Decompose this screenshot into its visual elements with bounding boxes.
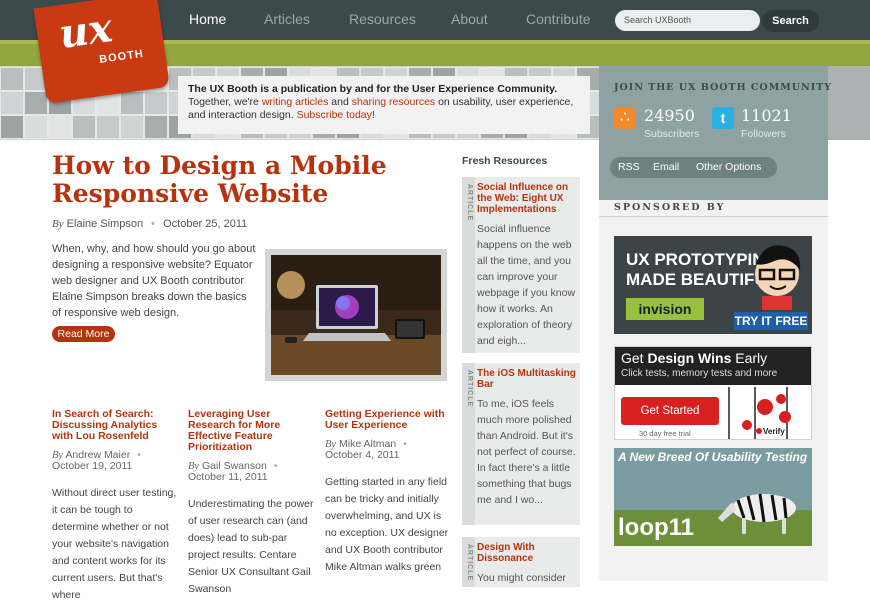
- article-card: Leveraging User Research for More Effect…: [188, 409, 316, 598]
- loop11-ad[interactable]: A New Breed Of Usability Testing loop11: [614, 448, 812, 546]
- subscribers-label: Subscribers: [644, 128, 700, 140]
- article-tag: ARTICLE: [462, 177, 475, 353]
- writing-articles-link[interactable]: writing articles: [262, 96, 329, 108]
- featured-author[interactable]: Elaine Simpson: [67, 218, 143, 230]
- ux-booth-logo[interactable]: ux BOOTH: [33, 0, 170, 104]
- subscribers-count: 24950: [644, 106, 695, 125]
- nav-item-about[interactable]: About: [451, 11, 488, 27]
- ad-headline: A New Breed Of Usability Testing: [618, 450, 808, 464]
- avatar-tile: [0, 67, 24, 91]
- article-tag: ARTICLE: [462, 537, 475, 587]
- nav-item-articles[interactable]: Articles: [264, 11, 310, 27]
- article-card: Getting Experience with User Experience …: [325, 409, 453, 576]
- nav-item-home[interactable]: Home: [189, 11, 226, 27]
- avatar-tile: [0, 91, 24, 115]
- read-more-button[interactable]: Read More: [52, 326, 115, 342]
- featured-date: October 25, 2011: [163, 218, 248, 230]
- nav-item-contribute[interactable]: Contribute: [526, 11, 591, 27]
- invision-ad[interactable]: UX PROTOTYPING MADE BEAUTIFUL invision TR…: [614, 236, 812, 334]
- join-community-heading: JOIN THE UX BOOTH COMMUNITY: [614, 82, 833, 93]
- intro-text: Together, we're: [188, 96, 262, 108]
- resource-card[interactable]: ARTICLE The iOS Multitasking Bar To me, …: [462, 363, 580, 525]
- intro-bold: The UX Booth is a publication by and for…: [188, 83, 558, 95]
- article-date: October 4, 2011: [325, 449, 400, 461]
- sharing-resources-link[interactable]: sharing resources: [352, 96, 435, 108]
- avatar-tile: [24, 115, 48, 139]
- article-title[interactable]: Getting Experience with User Experience: [325, 409, 453, 431]
- article-byline: By Mike Altman • October 4, 2011: [325, 439, 453, 461]
- article-card: In Search of Search: Discussing Analytic…: [52, 409, 180, 604]
- avatar-tile: [120, 91, 144, 115]
- subscribe-link[interactable]: Subscribe today: [297, 109, 372, 121]
- article-excerpt: Without direct user testing, it can be t…: [52, 487, 177, 601]
- mascot-illustration: [755, 245, 801, 310]
- featured-laptop-image[interactable]: [265, 249, 447, 381]
- other-options-link[interactable]: Other Options: [696, 161, 761, 173]
- search-input[interactable]: Search UXBooth: [615, 10, 760, 31]
- avatar-tile: [144, 91, 168, 115]
- byline-separator: •: [151, 218, 156, 230]
- featured-byline: By Elaine Simpson • October 25, 2011: [52, 218, 247, 230]
- article-tag: ARTICLE: [462, 363, 475, 525]
- verify-logo: Verify: [763, 427, 785, 436]
- resource-title[interactable]: Social Influence on the Web: Eight UX Im…: [477, 182, 580, 215]
- twitter-icon[interactable]: t: [712, 107, 734, 129]
- divider: [599, 216, 828, 217]
- avatar-tile: [144, 115, 168, 139]
- resource-excerpt: You might consider: [477, 572, 566, 584]
- byline-separator: •: [137, 449, 141, 461]
- nav-item-resources[interactable]: Resources: [349, 11, 416, 27]
- avatar-tile: [24, 91, 48, 115]
- article-title[interactable]: In Search of Search: Discussing Analytic…: [52, 409, 180, 442]
- site-intro: The UX Booth is a publication by and for…: [178, 76, 590, 134]
- article-excerpt: Underestimating the power of user resear…: [188, 498, 314, 595]
- trial-label: 30 day free trial: [639, 429, 691, 438]
- article-date: October 19, 2011: [52, 460, 133, 472]
- resource-title[interactable]: Design With Dissonance: [477, 542, 580, 564]
- community-mosaic-right: [828, 66, 870, 140]
- rss-link[interactable]: RSS: [618, 161, 640, 173]
- followers-label: Followers: [741, 128, 786, 140]
- sponsored-heading: SPONSORED BY: [614, 202, 726, 213]
- fresh-resources-heading: Fresh Resources: [462, 155, 548, 167]
- get-started-button[interactable]: Get Started: [621, 397, 719, 425]
- intro-text: !: [371, 109, 375, 121]
- try-it-free-button[interactable]: TRY IT FREE: [734, 312, 808, 330]
- loop11-logo: loop11: [618, 514, 695, 541]
- byline-separator: •: [403, 438, 407, 450]
- resource-card[interactable]: ARTICLE Design With Dissonance You might…: [462, 537, 580, 587]
- email-link[interactable]: Email: [653, 161, 679, 173]
- avatar-tile: [120, 115, 144, 139]
- article-title[interactable]: Leveraging User Research for More Effect…: [188, 409, 316, 453]
- featured-article-title[interactable]: How to Design a Mobile Responsive Websit…: [52, 152, 392, 208]
- ad-headline: Get Design Wins Early: [621, 350, 768, 366]
- avatar-tile: [96, 115, 120, 139]
- article-excerpt: Getting started in any field can be tric…: [325, 476, 449, 573]
- subscribe-options: RSS Email Other Options: [610, 157, 777, 178]
- article-byline: By Andrew Maier • October 19, 2011: [52, 450, 180, 472]
- logo-ux-text: ux: [56, 4, 116, 59]
- search-button[interactable]: Search: [762, 10, 819, 32]
- resource-excerpt: To me, iOS feels much more polished than…: [477, 398, 576, 506]
- followers-count: 11021: [741, 106, 792, 125]
- resource-card[interactable]: ARTICLE Social Influence on the Web: Eig…: [462, 177, 580, 353]
- byline-separator: •: [273, 460, 278, 472]
- byline-by: By: [52, 218, 64, 230]
- resource-title[interactable]: The iOS Multitasking Bar: [477, 368, 580, 390]
- rss-icon[interactable]: ∴: [614, 107, 636, 129]
- resource-excerpt: Social influence happens on the web all …: [477, 223, 576, 347]
- avatar-tile: [0, 115, 24, 139]
- article-byline: By Gail Swanson • October 11, 2011: [188, 461, 316, 483]
- intro-text: and: [328, 96, 352, 108]
- verify-ad[interactable]: Get Design Wins Early Click tests, memor…: [614, 346, 812, 440]
- article-date: October 11, 2011: [188, 471, 268, 483]
- avatar-tile: [72, 115, 96, 139]
- avatar-tile: [48, 115, 72, 139]
- featured-excerpt: When, why, and how should you go about d…: [52, 243, 256, 319]
- ad-subtitle: Click tests, memory tests and more: [621, 368, 778, 379]
- invision-logo: invision: [626, 298, 704, 320]
